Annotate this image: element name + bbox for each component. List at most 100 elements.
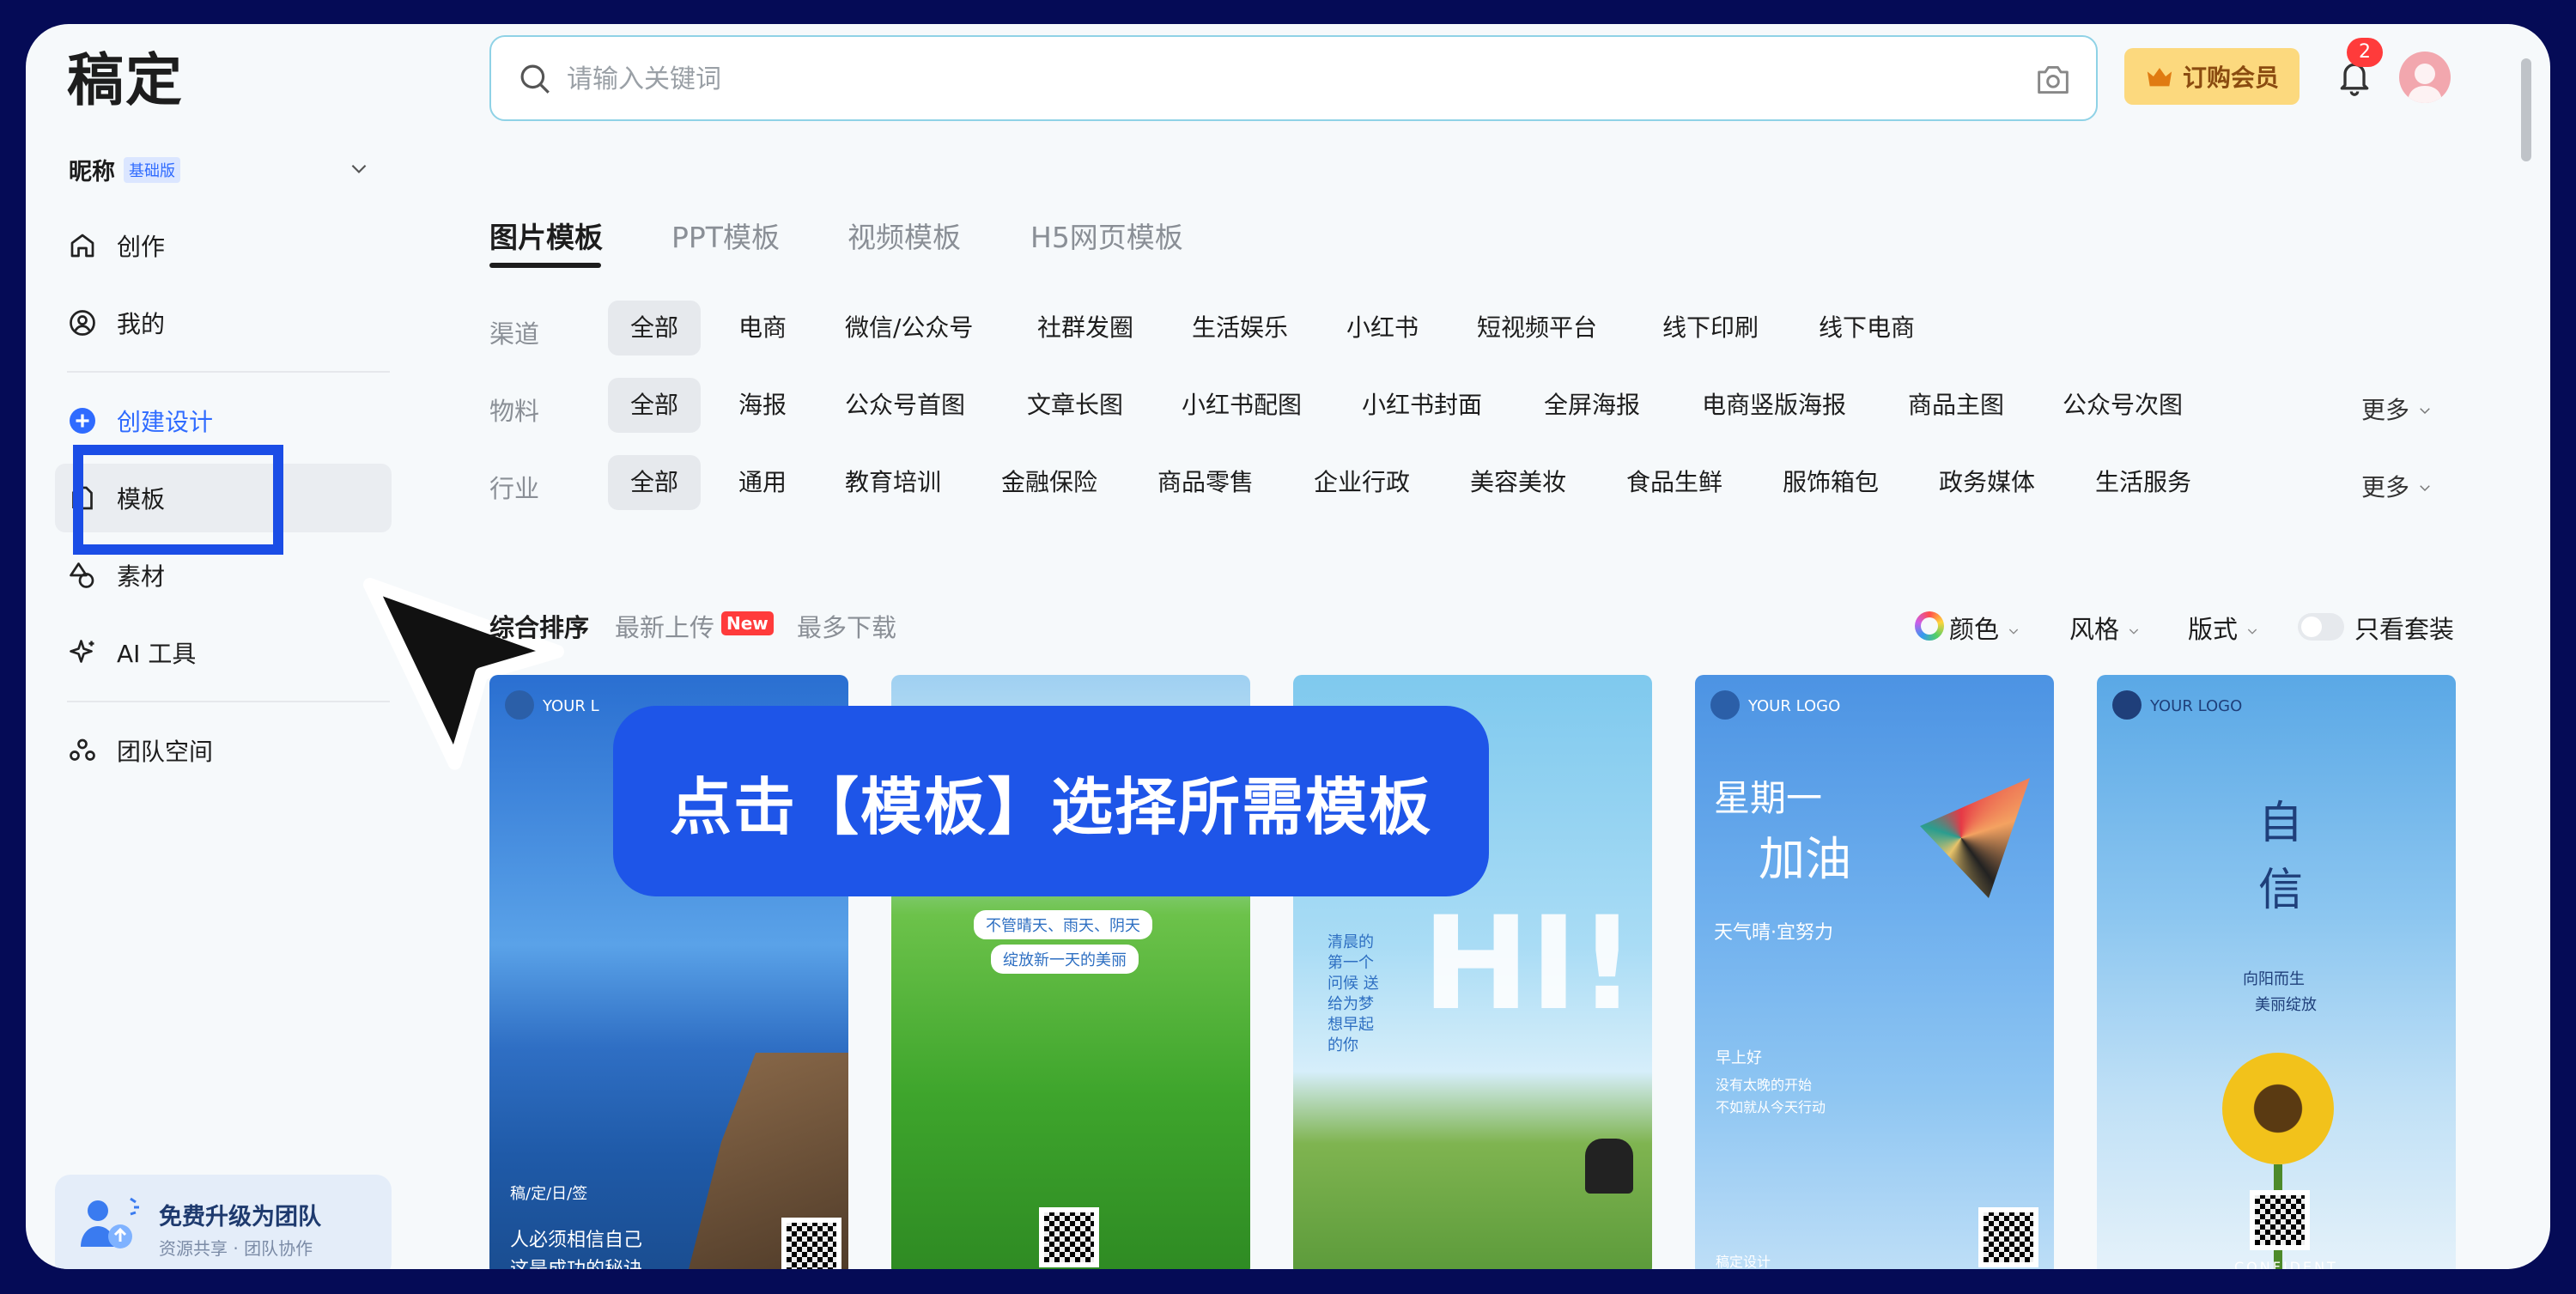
tab-video-templates[interactable]: 视频模板 bbox=[848, 215, 961, 256]
chip-channel[interactable]: 小红书 bbox=[1346, 301, 1419, 355]
chevron-down-icon bbox=[2129, 629, 2139, 635]
card-big-text: HI! bbox=[1422, 890, 1637, 1039]
template-card-sunflower[interactable]: YOUR LOGO 自 信 向阳而生 美丽绽放 CONFIDENT bbox=[2097, 675, 2456, 1269]
chip-material-all[interactable]: 全部 bbox=[608, 378, 702, 433]
card-footer: CONFIDENT bbox=[2234, 1259, 2338, 1269]
chip-industry-all[interactable]: 全部 bbox=[608, 455, 702, 510]
sidebar-item-materials[interactable]: 素材 bbox=[67, 550, 165, 601]
sidebar-item-label: 创建设计 bbox=[117, 408, 214, 436]
card-title: 星期一 bbox=[1714, 777, 1823, 819]
card-logo-text: YOUR LOGO bbox=[1748, 697, 1841, 715]
chip-industry[interactable]: 生活服务 bbox=[2095, 455, 2191, 510]
tab-image-templates[interactable]: 图片模板 bbox=[489, 215, 603, 256]
chevron-down-icon[interactable] bbox=[348, 157, 370, 179]
style-label: 风格 bbox=[2069, 615, 2120, 644]
sidebar-item-label: 团队空间 bbox=[117, 738, 214, 766]
chip-material[interactable]: 公众号首图 bbox=[845, 378, 965, 433]
chip-industry[interactable]: 美容美妆 bbox=[1470, 455, 1566, 510]
chip-material[interactable]: 公众号次图 bbox=[2063, 378, 2183, 433]
divider bbox=[67, 371, 390, 373]
card-line: 向阳而生 bbox=[2243, 970, 2305, 988]
filter-label-channel: 渠道 bbox=[489, 319, 540, 349]
chip-material[interactable]: 海报 bbox=[738, 378, 787, 433]
chip-channel[interactable]: 生活娱乐 bbox=[1192, 301, 1288, 355]
sort-most-downloads[interactable]: 最多下载 bbox=[797, 608, 896, 644]
tab-ppt-templates[interactable]: PPT模板 bbox=[671, 215, 780, 256]
chip-channel[interactable]: 短视频平台 bbox=[1477, 301, 1597, 355]
app-logo[interactable]: 稿定 bbox=[67, 34, 184, 117]
chip-channel[interactable]: 线下电商 bbox=[1819, 301, 1915, 355]
plan-badge: 基础版 bbox=[124, 156, 180, 183]
more-material-dropdown[interactable]: 更多 bbox=[2361, 392, 2433, 426]
sidebar-item-team-space[interactable]: 团队空间 bbox=[67, 725, 213, 776]
chevron-down-icon bbox=[2009, 629, 2019, 635]
chip-industry[interactable]: 食品生鲜 bbox=[1626, 455, 1722, 510]
sparkle-icon bbox=[70, 640, 94, 663]
brand-logo-icon bbox=[505, 690, 534, 720]
chip-channel[interactable]: 线下印刷 bbox=[1662, 301, 1759, 355]
sort-latest[interactable]: 最新上传 bbox=[615, 608, 714, 644]
chip-material[interactable]: 小红书配图 bbox=[1182, 378, 1302, 433]
chip-industry[interactable]: 金融保险 bbox=[1001, 455, 1097, 510]
chip-industry[interactable]: 通用 bbox=[738, 455, 787, 510]
sort-comprehensive[interactable]: 综合排序 bbox=[489, 608, 589, 644]
user-nickname[interactable]: 昵称 基础版 bbox=[69, 153, 180, 186]
notification-badge: 2 bbox=[2347, 38, 2383, 67]
tab-h5-templates[interactable]: H5网页模板 bbox=[1030, 215, 1183, 256]
active-tab-underline bbox=[489, 263, 601, 268]
chip-industry[interactable]: 政务媒体 bbox=[1939, 455, 2035, 510]
chip-material[interactable]: 小红书封面 bbox=[1362, 378, 1482, 433]
search-input[interactable] bbox=[567, 58, 1941, 100]
team-icon bbox=[70, 738, 95, 761]
card-logo-text: YOUR LOGO bbox=[2150, 697, 2243, 715]
sidebar-item-label: 创作 bbox=[117, 233, 166, 261]
camera-icon[interactable] bbox=[2034, 63, 2072, 97]
chip-material[interactable]: 文章长图 bbox=[1027, 378, 1123, 433]
card-title: 信 bbox=[2258, 865, 2304, 916]
search-bar[interactable] bbox=[489, 35, 2098, 121]
chip-channel[interactable]: 电商 bbox=[738, 301, 787, 355]
chip-material[interactable]: 商品主图 bbox=[1908, 378, 2004, 433]
chip-channel[interactable]: 社群发圈 bbox=[1037, 301, 1133, 355]
app-window: 稿定 昵称 基础版 创作 我的 创建设计 模板 素材 AI 工具 团队空间 免费… bbox=[26, 24, 2550, 1269]
card-title: 加油 bbox=[1759, 832, 1851, 886]
filter-label-industry: 行业 bbox=[489, 474, 540, 503]
chip-channel-all[interactable]: 全部 bbox=[608, 301, 702, 355]
more-label: 更多 bbox=[2361, 396, 2410, 424]
card-line: 没有太晚的开始 bbox=[1716, 1077, 1813, 1093]
layout-label: 版式 bbox=[2188, 615, 2239, 644]
vip-label: 订购会员 bbox=[2182, 64, 2279, 92]
scrollbar[interactable] bbox=[2521, 58, 2531, 161]
sidebar-item-label: AI 工具 bbox=[117, 640, 197, 668]
color-filter-dropdown[interactable]: 颜色 bbox=[1949, 610, 2020, 646]
sidebar-item-create-design[interactable]: 创建设计 bbox=[67, 395, 213, 447]
card-tag: 稿/定/日/签 bbox=[510, 1185, 588, 1203]
chip-industry[interactable]: 企业行政 bbox=[1314, 455, 1410, 510]
nickname-text: 昵称 bbox=[69, 159, 115, 185]
plus-circle-icon bbox=[70, 408, 95, 434]
style-filter-dropdown[interactable]: 风格 bbox=[2069, 610, 2141, 646]
chip-material[interactable]: 全屏海报 bbox=[1544, 378, 1640, 433]
tutorial-caption-text: 点击【模板】选择所需模板 bbox=[669, 770, 1432, 843]
chip-industry[interactable]: 教育培训 bbox=[845, 455, 941, 510]
chip-industry[interactable]: 商品零售 bbox=[1157, 455, 1254, 510]
avatar[interactable] bbox=[2399, 52, 2451, 103]
card-title: 自 bbox=[2258, 798, 2304, 849]
sidebar-item-mine[interactable]: 我的 bbox=[67, 297, 165, 349]
sidebar-item-create[interactable]: 创作 bbox=[67, 220, 165, 271]
sidebar-item-ai-tools[interactable]: AI 工具 bbox=[67, 627, 196, 678]
upgrade-title: 免费升级为团队 bbox=[159, 1204, 321, 1230]
only-sets-toggle[interactable] bbox=[2298, 613, 2344, 641]
crown-icon bbox=[2147, 68, 2172, 87]
chip-industry[interactable]: 服饰箱包 bbox=[1783, 455, 1879, 510]
more-industry-dropdown[interactable]: 更多 bbox=[2361, 469, 2433, 503]
card-footer: 稿定设计 bbox=[1716, 1254, 1771, 1269]
chip-channel[interactable]: 微信/公众号 bbox=[845, 301, 973, 355]
kite-shape bbox=[1920, 778, 2030, 898]
templates-highlight-box bbox=[73, 445, 283, 555]
chip-material[interactable]: 电商竖版海报 bbox=[1702, 378, 1846, 433]
layout-filter-dropdown[interactable]: 版式 bbox=[2188, 610, 2259, 646]
brand-logo-icon bbox=[2112, 690, 2142, 720]
subscribe-vip-button[interactable]: 订购会员 bbox=[2124, 48, 2300, 105]
template-card-kite[interactable]: YOUR LOGO 星期一 加油 天气晴·宜努力 早上好 没有太晚的开始 不如就… bbox=[1695, 675, 2054, 1269]
